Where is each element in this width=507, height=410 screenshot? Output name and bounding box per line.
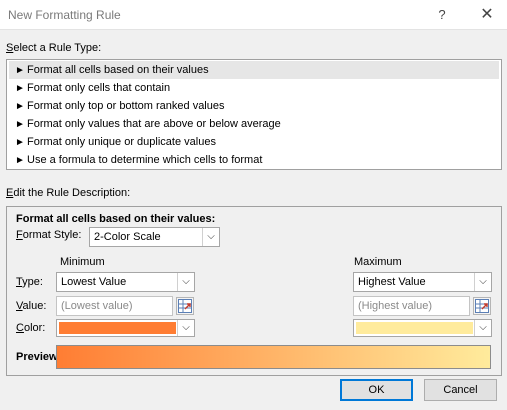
help-button[interactable]: ? bbox=[431, 4, 453, 26]
format-style-dropdown[interactable]: 2-Color Scale ⌵ bbox=[89, 227, 220, 247]
minimum-header: Minimum bbox=[60, 256, 105, 268]
rule-type-item-formula[interactable]: ► Use a formula to determine which cells … bbox=[9, 151, 499, 169]
range-picker-icon bbox=[475, 299, 489, 313]
cancel-button[interactable]: Cancel bbox=[424, 379, 497, 401]
maximum-range-picker-button[interactable] bbox=[473, 297, 491, 315]
minimum-range-picker-button[interactable] bbox=[176, 297, 194, 315]
rule-type-item-top-bottom[interactable]: ► Format only top or bottom ranked values bbox=[9, 97, 499, 115]
minimum-value-input[interactable]: (Lowest value) bbox=[56, 296, 173, 316]
rule-type-item-above-below-average[interactable]: ► Format only values that are above or be… bbox=[9, 115, 499, 133]
arrow-right-icon: ► bbox=[15, 83, 25, 94]
minimum-color-swatch bbox=[59, 322, 176, 334]
arrow-right-icon: ► bbox=[15, 101, 25, 112]
select-rule-type-label: Select a Rule Type: bbox=[6, 42, 102, 54]
rule-type-item-unique-duplicate[interactable]: ► Format only unique or duplicate values bbox=[9, 133, 499, 151]
color-label: Color: bbox=[16, 322, 46, 334]
type-label: Type: bbox=[16, 276, 43, 288]
rule-type-item-all-cells[interactable]: ► Format all cells based on their values bbox=[9, 61, 499, 79]
ok-button[interactable]: OK bbox=[340, 379, 413, 401]
chevron-down-icon: ⌵ bbox=[474, 273, 491, 291]
maximum-value-input[interactable]: (Highest value) bbox=[353, 296, 470, 316]
range-picker-icon bbox=[178, 299, 192, 313]
title-bar: New Formatting Rule ? ✕ bbox=[0, 0, 507, 30]
maximum-type-dropdown[interactable]: Highest Value ⌵ bbox=[353, 272, 492, 292]
chevron-down-icon: ⌵ bbox=[202, 228, 219, 246]
color-scale-preview bbox=[56, 345, 491, 369]
chevron-down-icon: ⌵ bbox=[177, 320, 194, 336]
edit-rule-description-label: Edit the Rule Description: bbox=[6, 187, 131, 199]
arrow-right-icon: ► bbox=[15, 155, 25, 166]
minimum-color-picker[interactable]: ⌵ bbox=[56, 319, 195, 337]
arrow-right-icon: ► bbox=[15, 65, 25, 76]
arrow-right-icon: ► bbox=[15, 119, 25, 130]
maximum-color-picker[interactable]: ⌵ bbox=[353, 319, 492, 337]
window-title: New Formatting Rule bbox=[8, 8, 121, 22]
arrow-right-icon: ► bbox=[15, 137, 25, 148]
maximum-color-swatch bbox=[356, 322, 473, 334]
maximum-header: Maximum bbox=[354, 256, 402, 268]
preview-label: Preview: bbox=[16, 351, 62, 363]
chevron-down-icon: ⌵ bbox=[177, 273, 194, 291]
rule-type-item-cells-contain[interactable]: ► Format only cells that contain bbox=[9, 79, 499, 97]
close-button[interactable]: ✕ bbox=[476, 4, 498, 26]
value-label: Value: bbox=[16, 300, 47, 312]
rule-type-list[interactable]: ► Format all cells based on their values … bbox=[6, 59, 502, 170]
minimum-type-dropdown[interactable]: Lowest Value ⌵ bbox=[56, 272, 195, 292]
chevron-down-icon: ⌵ bbox=[474, 320, 491, 336]
description-heading: Format all cells based on their values: bbox=[16, 213, 216, 225]
format-style-label: Format Style: bbox=[16, 229, 82, 241]
